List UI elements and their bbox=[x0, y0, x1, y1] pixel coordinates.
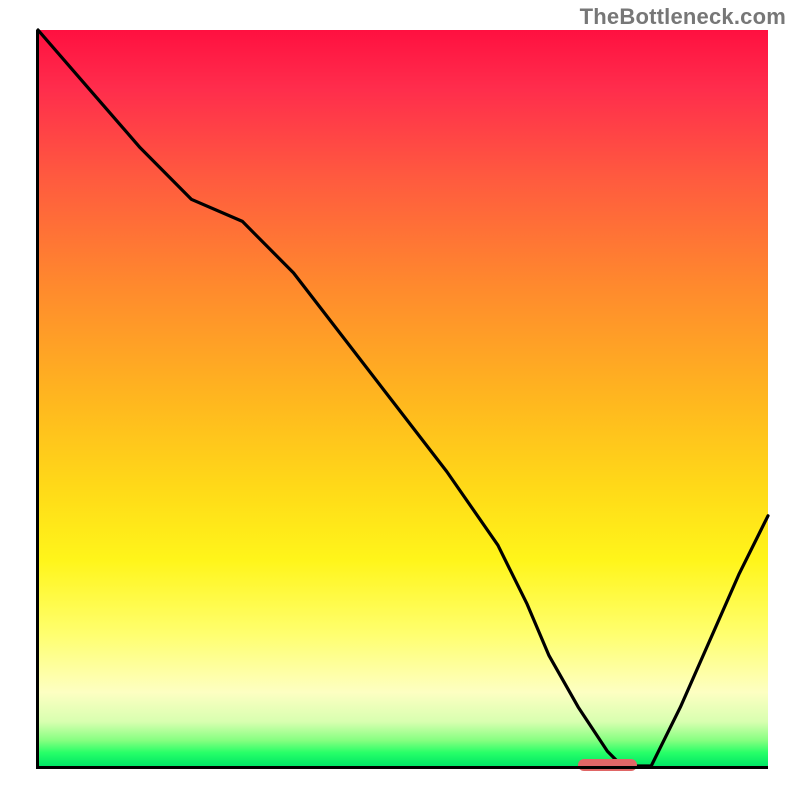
x-axis-line bbox=[38, 766, 768, 769]
minimum-marker bbox=[578, 759, 636, 771]
watermark-text: TheBottleneck.com bbox=[580, 4, 786, 30]
bottleneck-curve bbox=[38, 30, 768, 766]
y-axis-line bbox=[36, 30, 39, 769]
chart-container: TheBottleneck.com bbox=[0, 0, 800, 800]
